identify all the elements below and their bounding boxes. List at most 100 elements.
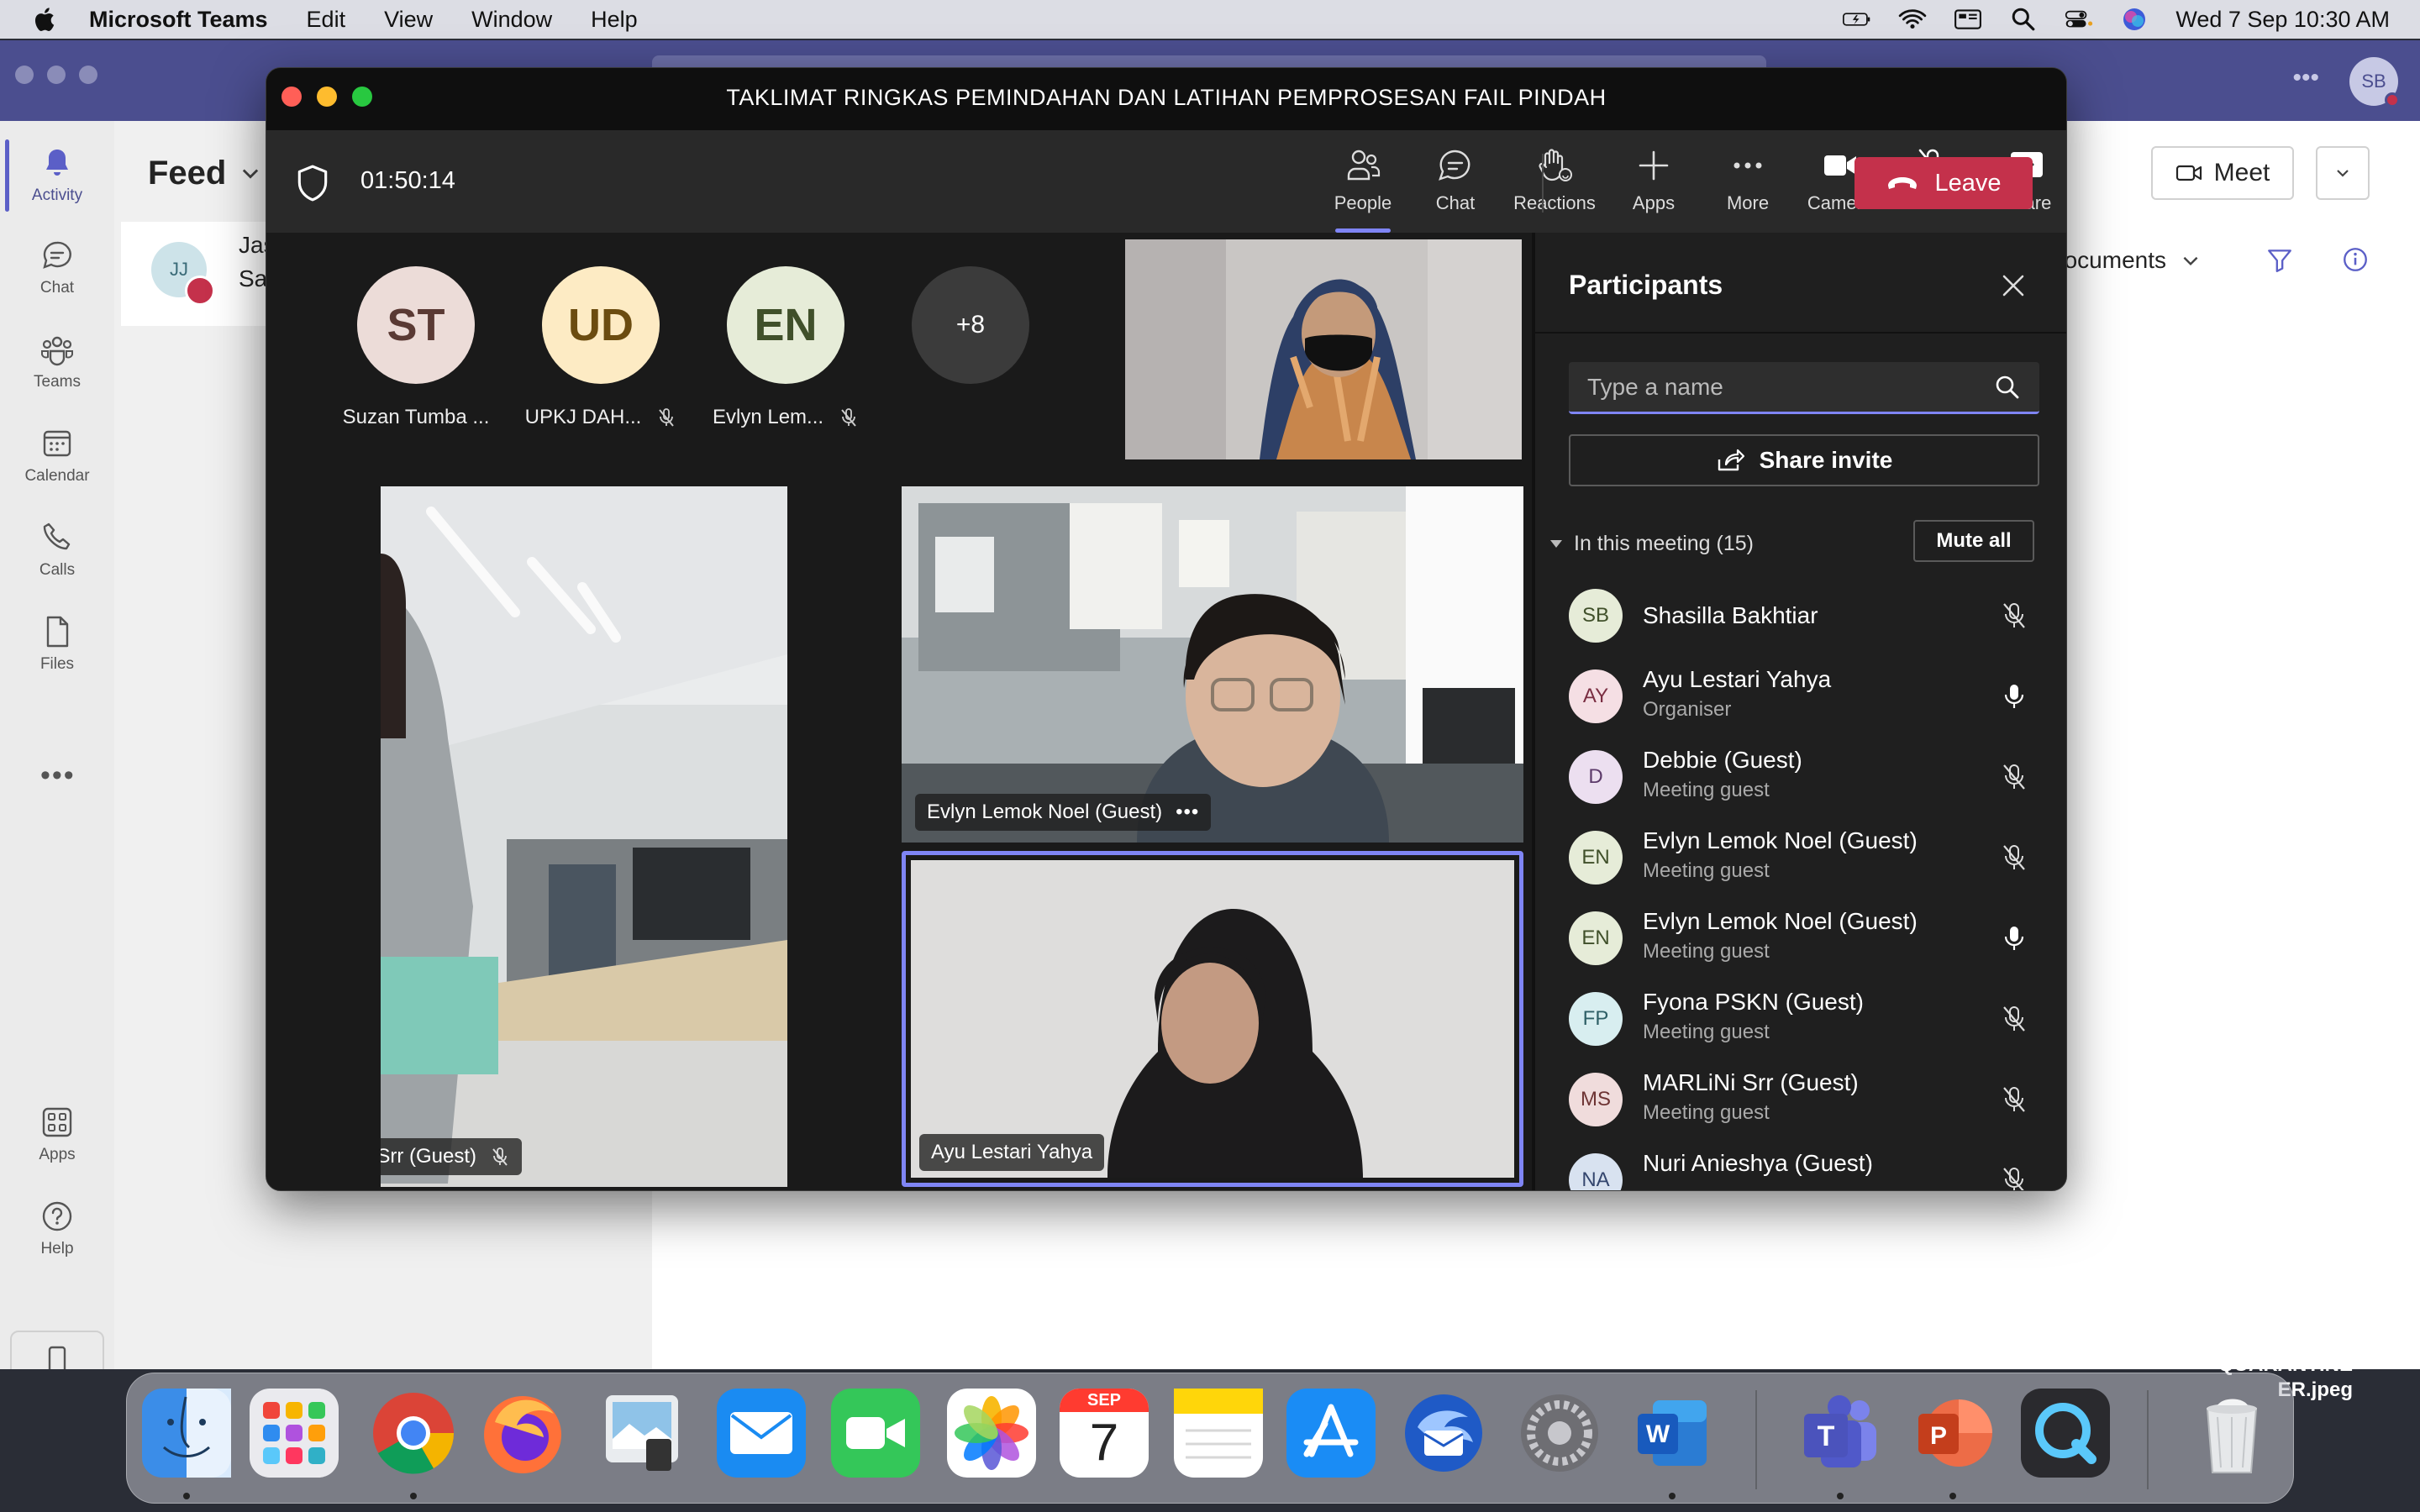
- participant-row[interactable]: FP Fyona PSKN (Guest) Meeting guest: [1535, 980, 2066, 1061]
- tile-more-icon[interactable]: •••: [1176, 801, 1199, 824]
- close-icon[interactable]: [2001, 273, 2026, 298]
- trash-icon[interactable]: [2187, 1389, 2276, 1478]
- rail-activity[interactable]: Activity: [0, 139, 114, 212]
- share-invite-button[interactable]: Share invite: [1569, 434, 2039, 486]
- strip-participant[interactable]: UD UPKJ DAH...: [525, 266, 675, 429]
- mic-muted-icon[interactable]: [1999, 1165, 2029, 1191]
- chrome-icon[interactable]: [369, 1389, 458, 1478]
- strip-participant[interactable]: EN Evlyn Lem...: [713, 266, 856, 429]
- firefox-icon[interactable]: [478, 1389, 567, 1478]
- mic-muted-icon[interactable]: [1999, 843, 2029, 873]
- participant-row[interactable]: NA Nuri Anieshya (Guest): [1535, 1142, 2066, 1191]
- close-window-button[interactable]: [15, 66, 34, 84]
- participant-row[interactable]: EN Evlyn Lemok Noel (Guest) Meeting gues…: [1535, 819, 2066, 900]
- plus-icon: [1639, 150, 1669, 181]
- mic-muted-icon[interactable]: [1999, 1084, 2029, 1115]
- menu-app-name[interactable]: Microsoft Teams: [89, 7, 268, 33]
- finder-icon[interactable]: [142, 1389, 231, 1478]
- control-center-icon[interactable]: [2065, 7, 2093, 32]
- leave-button[interactable]: Leave: [1854, 157, 2033, 209]
- video-tile-ayu[interactable]: Ayu Lestari Yahya: [902, 851, 1523, 1187]
- reactions-button[interactable]: Reactions: [1508, 147, 1601, 214]
- running-indicator: [1949, 1493, 1956, 1499]
- mic-icon[interactable]: [1999, 923, 2029, 953]
- menu-clock[interactable]: Wed 7 Sep 10:30 AM: [2175, 7, 2390, 33]
- menu-window[interactable]: Window: [471, 7, 552, 33]
- video-tile-masked-participant[interactable]: [1125, 239, 1522, 459]
- feed-title[interactable]: Feed: [148, 155, 226, 192]
- search-icon[interactable]: [1994, 374, 2021, 401]
- calendar-app-icon[interactable]: SEP 7: [1060, 1389, 1149, 1478]
- menu-view[interactable]: View: [384, 7, 433, 33]
- display-icon[interactable]: [1954, 7, 1982, 32]
- zoom-window-button[interactable]: [79, 66, 97, 84]
- system-preferences-icon[interactable]: [1515, 1389, 1604, 1478]
- apps-button[interactable]: Apps: [1607, 147, 1700, 214]
- more-participants-button[interactable]: +8: [912, 266, 1029, 384]
- quicktime-icon[interactable]: [2021, 1389, 2110, 1478]
- mic-muted-icon[interactable]: [1999, 762, 2029, 792]
- device-icon[interactable]: [10, 1331, 104, 1369]
- documents-dropdown[interactable]: Documents: [2047, 247, 2202, 274]
- participant-row[interactable]: EN Evlyn Lemok Noel (Guest) Meeting gues…: [1535, 900, 2066, 980]
- more-button[interactable]: More: [1702, 147, 1794, 214]
- profile-avatar[interactable]: SB: [2349, 57, 2400, 108]
- app-store-icon[interactable]: [1286, 1389, 1376, 1478]
- participant-row[interactable]: SB Shasilla Bakhtiar: [1535, 577, 2066, 658]
- mic-icon[interactable]: [1999, 681, 2029, 711]
- microsoft-teams-icon[interactable]: T: [1796, 1389, 1885, 1478]
- thunderbird-icon[interactable]: [1399, 1389, 1488, 1478]
- search-icon[interactable]: [2009, 7, 2038, 32]
- meet-now-button[interactable]: Meet: [2151, 146, 2294, 200]
- mail-icon[interactable]: [717, 1389, 806, 1478]
- siri-icon[interactable]: [2120, 7, 2149, 32]
- dock-separator: [2147, 1390, 2149, 1489]
- participant-row[interactable]: MS MARLiNi Srr (Guest) Meeting guest: [1535, 1061, 2066, 1142]
- powerpoint-icon[interactable]: P: [1908, 1389, 1997, 1478]
- participant-search-input[interactable]: [1587, 373, 1994, 401]
- facetime-icon[interactable]: [831, 1389, 920, 1478]
- participant-row[interactable]: AY Ayu Lestari Yahya Organiser: [1535, 658, 2066, 738]
- notes-icon[interactable]: [1174, 1389, 1263, 1478]
- mute-all-button[interactable]: Mute all: [1913, 520, 2034, 562]
- meet-dropdown-button[interactable]: [2316, 146, 2370, 200]
- in-meeting-section-header[interactable]: In this meeting (15): [1550, 532, 1754, 556]
- filter-icon[interactable]: [2265, 245, 2294, 274]
- avatar-initials: MS: [1581, 1088, 1611, 1110]
- word-icon[interactable]: W: [1628, 1389, 1717, 1478]
- participants-panel: Participants Share invite In this meetin…: [1532, 233, 2066, 1191]
- preview-icon[interactable]: [597, 1389, 687, 1478]
- participant-row[interactable]: D Debbie (Guest) Meeting guest: [1535, 738, 2066, 819]
- mic-muted-icon[interactable]: [1999, 601, 2029, 631]
- wifi-icon[interactable]: [1898, 7, 1927, 32]
- rail-files[interactable]: Files: [0, 613, 114, 674]
- mic-muted-icon[interactable]: [1999, 1004, 2029, 1034]
- strip-participant[interactable]: ST Suzan Tumba ...: [343, 266, 489, 429]
- rail-apps[interactable]: Apps: [0, 1104, 114, 1164]
- video-tile-evlyn[interactable]: Evlyn Lemok Noel (Guest) •••: [902, 486, 1523, 843]
- rail-help[interactable]: Help: [0, 1198, 114, 1258]
- participant-name: Evlyn Lemok Noel (Guest): [927, 801, 1163, 823]
- apple-icon[interactable]: [32, 6, 55, 33]
- rail-calls[interactable]: Calls: [0, 519, 114, 580]
- photos-icon[interactable]: [947, 1389, 1036, 1478]
- rail-teams[interactable]: Teams: [0, 331, 114, 391]
- minimize-window-button[interactable]: [47, 66, 66, 84]
- chat-button[interactable]: Chat: [1409, 147, 1502, 214]
- rail-calendar[interactable]: Calendar: [0, 425, 114, 486]
- participant-search-field[interactable]: [1569, 362, 2039, 414]
- chevron-down-icon[interactable]: [239, 161, 262, 185]
- shield-icon[interactable]: [295, 164, 330, 202]
- share-icon: [1718, 449, 1744, 471]
- battery-icon[interactable]: [1843, 7, 1871, 32]
- toolbar-divider: [1542, 154, 1544, 213]
- video-tile-marlini[interactable]: MARLiNi Srr (Guest): [381, 486, 787, 1187]
- rail-chat[interactable]: Chat: [0, 237, 114, 297]
- more-apps-icon[interactable]: •••: [40, 759, 76, 792]
- menu-edit[interactable]: Edit: [307, 7, 346, 33]
- more-options-icon[interactable]: •••: [2292, 64, 2319, 92]
- people-button[interactable]: People: [1317, 147, 1409, 233]
- launchpad-icon[interactable]: [250, 1389, 339, 1478]
- menu-help[interactable]: Help: [591, 7, 638, 33]
- info-icon[interactable]: [2341, 245, 2370, 274]
